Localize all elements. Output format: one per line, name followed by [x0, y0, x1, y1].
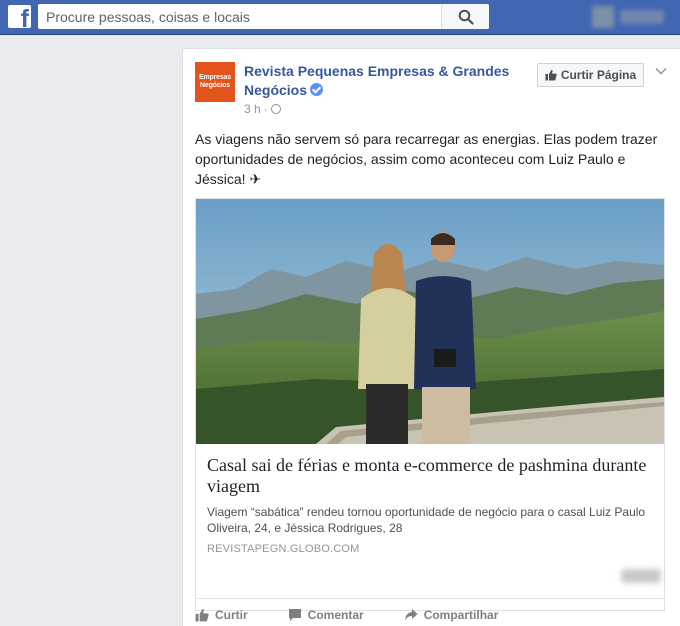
share-label: Compartilhar [423, 608, 499, 622]
like-page-button[interactable]: Curtir Página [537, 63, 644, 87]
post-message: As viagens não servem só para recarregar… [195, 131, 658, 187]
search-box [38, 4, 489, 29]
page-avatar-text-1: Empresas [199, 74, 231, 81]
post-timestamp[interactable]: 3 h [244, 102, 261, 116]
couple-mountain-photo [196, 199, 664, 444]
reactions-summary-blurred[interactable] [621, 569, 661, 583]
meta-separator: · [263, 102, 268, 116]
search-input[interactable] [38, 4, 438, 29]
comment-icon [288, 609, 301, 621]
share-button[interactable]: Compartilhar [404, 605, 499, 625]
like-page-label: Curtir Página [560, 68, 637, 82]
facebook-logo-icon[interactable]: f [8, 5, 31, 28]
facebook-logo-letter: f [20, 5, 29, 29]
page-avatar-text-2: Negócios [200, 82, 230, 89]
post-meta: 3 h · [244, 102, 281, 116]
link-preview-image[interactable] [196, 199, 664, 444]
top-navigation-bar: f [0, 0, 680, 35]
post-actions: Curtir Comentar Compartilhar [195, 605, 665, 625]
link-title[interactable]: Casal sai de férias e monta e-commerce d… [207, 455, 647, 497]
comment-label: Comentar [307, 608, 364, 622]
divider [195, 598, 665, 599]
search-button[interactable] [441, 4, 489, 29]
page-name[interactable]: Revista Pequenas Empresas & Grandes Negó… [244, 62, 532, 100]
link-domain: REVISTAPEGN.GLOBO.COM [207, 543, 360, 555]
thumbs-up-icon [545, 69, 557, 81]
thumbs-up-icon [195, 608, 209, 622]
link-preview[interactable]: Casal sai de férias e monta e-commerce d… [195, 198, 665, 611]
user-name-blurred [620, 10, 664, 24]
like-label: Curtir [215, 608, 248, 622]
user-profile-link[interactable] [592, 6, 672, 28]
page-name-text[interactable]: Revista Pequenas Empresas & Grandes Negó… [244, 63, 509, 98]
link-description: Viagem “sabática” rendeu tornou oportuni… [207, 505, 646, 535]
comment-button[interactable]: Comentar [288, 605, 364, 625]
verified-badge-icon [310, 83, 324, 96]
post-card: Empresas Negócios Revista Pequenas Empre… [182, 48, 680, 626]
like-button[interactable]: Curtir [195, 605, 248, 625]
page-avatar[interactable]: Empresas Negócios [195, 62, 235, 102]
avatar [592, 6, 614, 28]
chevron-down-icon[interactable] [655, 65, 667, 77]
search-icon [458, 9, 474, 25]
globe-icon[interactable] [270, 104, 281, 114]
share-icon [404, 609, 418, 621]
